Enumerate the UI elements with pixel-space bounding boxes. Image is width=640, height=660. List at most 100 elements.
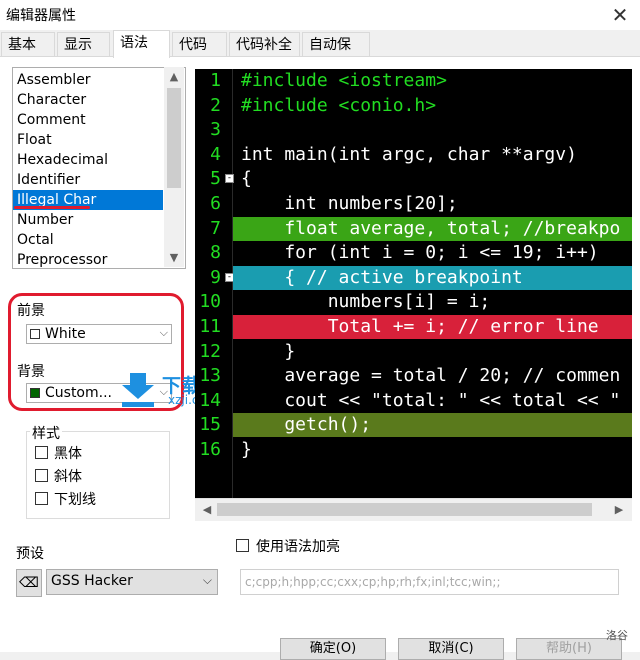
annotation-underline bbox=[14, 206, 90, 209]
code-text: #include <conio.h> bbox=[241, 94, 437, 116]
code-text: { bbox=[241, 168, 252, 190]
tab-bar: 基本 显示 语法 代码 代码补全 自动保存 bbox=[0, 30, 640, 77]
eraser-icon: ⌫ bbox=[19, 575, 39, 591]
code-text: cout << "total: " << total << " bbox=[241, 389, 621, 411]
line-number: 10 bbox=[199, 291, 221, 313]
list-item[interactable]: Octal bbox=[13, 230, 163, 250]
preset-value: GSS Hacker bbox=[51, 573, 133, 589]
fold-toggle-icon[interactable]: - bbox=[225, 174, 234, 184]
chevron-down-icon: ⌵ bbox=[159, 326, 168, 339]
italic-checkbox[interactable] bbox=[35, 469, 48, 482]
line-number: 6 bbox=[210, 193, 221, 214]
code-hscrollbar[interactable]: ◀ ▶ bbox=[195, 498, 632, 521]
scrollbar-thumb[interactable] bbox=[217, 503, 592, 516]
scroll-down-icon[interactable]: ▼ bbox=[164, 251, 184, 264]
code-line: 1 #include <iostream> bbox=[195, 69, 632, 93]
tab-display[interactable]: 显示 bbox=[57, 32, 110, 57]
code-line: 10 numbers[i] = i; bbox=[195, 290, 632, 314]
bold-label: 黑体 bbox=[54, 446, 82, 462]
ok-button[interactable]: 确定(O) bbox=[280, 638, 386, 660]
code-text: { // active breakpoint bbox=[233, 265, 632, 290]
cancel-button[interactable]: 取消(C) bbox=[398, 638, 504, 660]
line-number: 13 bbox=[199, 365, 221, 387]
italic-label: 斜体 bbox=[54, 469, 82, 485]
close-icon[interactable]: ✕ bbox=[606, 2, 634, 28]
tab-code-completion[interactable]: 代码补全 bbox=[229, 32, 300, 57]
code-line: 11 Total += i; // error line bbox=[195, 315, 632, 339]
code-text: Total += i; // error line bbox=[233, 315, 632, 339]
syntax-highlight-label: 使用语法加亮 bbox=[256, 539, 340, 555]
code-preview[interactable]: 1 #include <iostream> 2 #include <conio.h> 3… bbox=[195, 69, 632, 520]
list-item[interactable]: Comment bbox=[13, 110, 163, 130]
background-label: 背景 bbox=[17, 364, 45, 380]
code-text: numbers[i] = i; bbox=[241, 291, 491, 313]
list-item[interactable]: Identifier bbox=[13, 170, 163, 190]
foreground-swatch bbox=[30, 329, 40, 339]
download-logo-icon bbox=[122, 373, 154, 407]
line-number: 5 bbox=[210, 168, 221, 190]
line-number: 3 bbox=[210, 119, 221, 141]
line-number: 1 bbox=[210, 70, 221, 91]
code-line: 13 average = total / 20; // commen bbox=[195, 364, 632, 388]
code-text: average = total / 20; // commen bbox=[241, 365, 621, 387]
code-line: 7 float average, total; //breakpo bbox=[195, 216, 632, 241]
list-item[interactable]: Float bbox=[13, 130, 163, 150]
foreground-color-select[interactable]: White ⌵ bbox=[26, 324, 172, 344]
line-number: 11 bbox=[199, 316, 221, 337]
line-number: 7 bbox=[210, 217, 221, 239]
background-value: Custom... bbox=[45, 385, 112, 401]
list-item[interactable]: Assembler bbox=[13, 70, 163, 90]
code-text: #include <iostream> bbox=[241, 70, 447, 91]
line-number: 14 bbox=[199, 389, 221, 411]
line-number: 15 bbox=[199, 414, 221, 436]
code-text: } bbox=[241, 439, 252, 460]
foreground-label: 前景 bbox=[17, 303, 45, 319]
scroll-right-icon[interactable]: ▶ bbox=[609, 503, 629, 516]
style-group-title: 样式 bbox=[30, 423, 62, 443]
tab-basic[interactable]: 基本 bbox=[1, 32, 55, 57]
window-title: 编辑器属性 bbox=[6, 8, 76, 24]
code-line: 14 cout << "total: " << total << " bbox=[195, 389, 632, 413]
line-number: 4 bbox=[210, 143, 221, 165]
underline-checkbox[interactable] bbox=[35, 492, 48, 505]
list-item[interactable]: Hexadecimal bbox=[13, 150, 163, 170]
code-line: 5-{ bbox=[195, 167, 632, 191]
code-line: 4 int main(int argc, char **argv) bbox=[195, 143, 632, 167]
syntax-element-list[interactable]: Assembler Character Comment Float Hexade… bbox=[12, 67, 186, 269]
scrollbar-thumb[interactable] bbox=[167, 88, 181, 188]
code-line: 12 } bbox=[195, 340, 632, 364]
code-text: } bbox=[241, 340, 296, 362]
chevron-down-icon: ⌵ bbox=[202, 573, 212, 587]
line-number: 12 bbox=[199, 340, 221, 362]
code-line: 3 bbox=[195, 118, 632, 142]
list-item[interactable]: Number bbox=[13, 210, 163, 230]
scroll-left-icon[interactable]: ◀ bbox=[197, 503, 217, 516]
code-text: int numbers[20]; bbox=[241, 193, 458, 214]
preset-label: 预设 bbox=[16, 546, 44, 562]
code-text: float average, total; //breakpo bbox=[233, 216, 632, 241]
tab-code[interactable]: 代码 bbox=[172, 32, 227, 57]
line-number: 16 bbox=[199, 439, 221, 460]
code-line: 8 for (int i = 0; i <= 19; i++) bbox=[195, 241, 632, 265]
preset-select[interactable]: GSS Hacker ⌵ bbox=[46, 569, 218, 595]
code-line: 9- { // active breakpoint bbox=[195, 265, 632, 290]
code-line: 6 int numbers[20]; bbox=[195, 192, 632, 216]
code-line: 16} bbox=[195, 438, 632, 462]
list-item[interactable]: Character bbox=[13, 90, 163, 110]
code-text: for (int i = 0; i <= 19; i++) bbox=[241, 242, 599, 264]
list-scrollbar[interactable]: ▲ ▼ bbox=[164, 67, 184, 267]
line-number: 9 bbox=[210, 266, 221, 288]
code-line: 15 getch(); bbox=[195, 413, 632, 438]
preset-apply-button[interactable]: ⌫ bbox=[16, 569, 42, 597]
code-text: int main(int argc, char **argv) bbox=[241, 143, 577, 165]
file-extensions-input[interactable]: c;cpp;h;hpp;cc;cxx;cp;hp;rh;fx;inl;tcc;w… bbox=[240, 569, 619, 595]
tab-autosave[interactable]: 自动保存 bbox=[302, 32, 370, 77]
code-text: getch(); bbox=[233, 413, 632, 438]
list-item[interactable]: Preprocessor bbox=[13, 250, 163, 268]
syntax-highlight-checkbox[interactable] bbox=[236, 539, 249, 552]
foreground-value: White bbox=[45, 326, 86, 342]
line-number: 8 bbox=[210, 242, 221, 264]
bold-checkbox[interactable] bbox=[35, 446, 48, 459]
scroll-up-icon[interactable]: ▲ bbox=[164, 70, 184, 83]
tab-syntax[interactable]: 语法 bbox=[113, 30, 170, 58]
